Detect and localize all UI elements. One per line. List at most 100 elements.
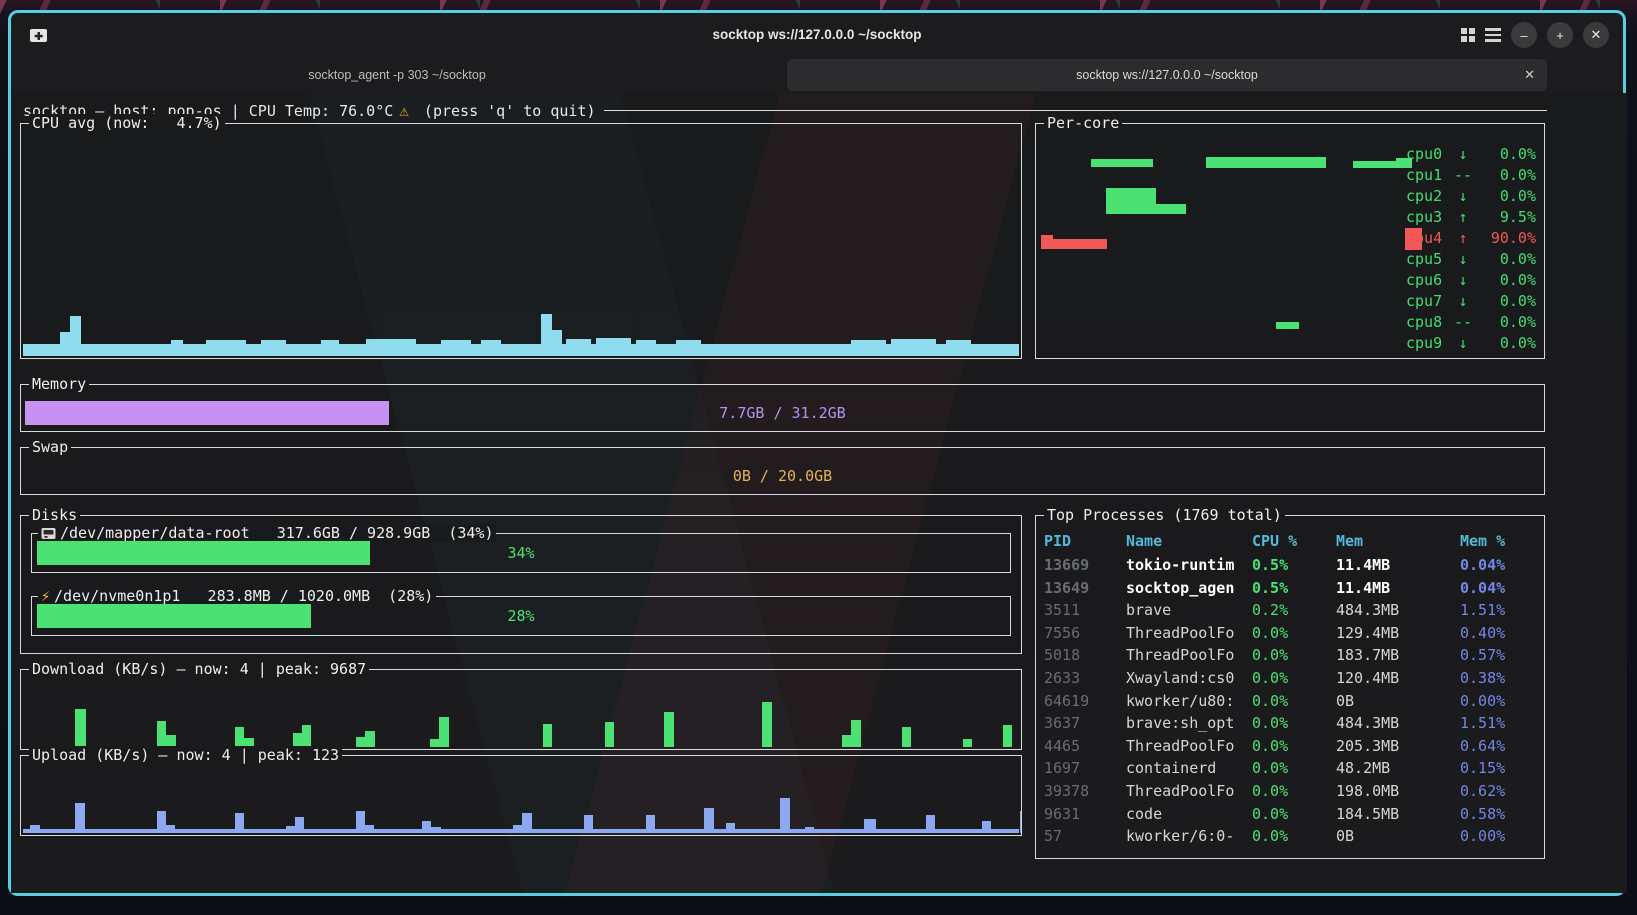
disk-nvme-percent: 28% [32, 604, 1010, 628]
spark-bar [552, 330, 562, 356]
process-row: 3637brave:sh_opt0.0%484.3MB1.51% [1036, 712, 1544, 735]
spark-bar [356, 811, 365, 833]
menu-icon[interactable] [1485, 28, 1501, 42]
disk-data-root-label: /dev/mapper/data-root 317.6GB / 928.9GB … [60, 524, 493, 542]
spark-bar [431, 827, 441, 833]
spark-bar [1020, 811, 1021, 833]
tab-close-icon[interactable]: ✕ [1524, 59, 1535, 91]
spark-bar [762, 702, 772, 747]
core-row: cpu5↓0.0% [1406, 249, 1536, 270]
spark-bar [157, 721, 166, 747]
spark-bar [286, 826, 295, 833]
process-row: 13649socktop_agen0.5%11.4MB0.04% [1036, 577, 1544, 600]
core-row: cpu1--0.0% [1406, 165, 1536, 186]
swap-usage-label: 0B / 20.0GB [21, 464, 1544, 488]
spark-bar [365, 731, 375, 747]
process-row: 1697containerd0.0%48.2MB0.15% [1036, 757, 1544, 780]
spark-bar [481, 340, 501, 356]
spark-bar [946, 340, 971, 356]
spark-bar [584, 815, 593, 833]
col-cpu: CPU % [1252, 530, 1336, 552]
spark-bar [295, 817, 304, 833]
spark-bar [365, 825, 374, 833]
core-row: cpu3↑9.5% [1406, 207, 1536, 228]
core-spark-bar [1156, 204, 1186, 214]
process-row: 57kworker/6:0-0.0%0B0.00% [1036, 825, 1544, 848]
disk-data-root-panel: /dev/mapper/data-root 317.6GB / 928.9GB … [31, 533, 1011, 573]
memory-title: Memory [29, 375, 89, 393]
core-row: cpu2↓0.0% [1406, 186, 1536, 207]
core-row: cpu7↓0.0% [1406, 291, 1536, 312]
spark-bar [982, 821, 991, 833]
core-spark-bar [1041, 235, 1053, 249]
core-row: cpu6↓0.0% [1406, 270, 1536, 291]
swap-panel: Swap 0B / 20.0GB [20, 447, 1545, 495]
spark-bar [926, 815, 935, 833]
tab-socktop-active[interactable]: socktop ws://127.0.0.0 ~/socktop ✕ [787, 59, 1547, 91]
spark-bar [851, 720, 861, 747]
spark-bar [566, 339, 591, 356]
process-row: 3511brave0.2%484.3MB1.51% [1036, 599, 1544, 622]
cpu-avg-panel: CPU avg (now: 4.7%) [20, 123, 1022, 359]
per-core-readouts: cpu0↓0.0%cpu1--0.0%cpu2↓0.0%cpu3↑9.5%cpu… [1406, 144, 1536, 354]
spark-bar [543, 724, 552, 747]
download-panel: Download (KB/s) — now: 4 | peak: 9687 [20, 669, 1022, 750]
spark-bar [891, 339, 936, 356]
process-row: 4465ThreadPoolFo0.0%205.3MB0.64% [1036, 735, 1544, 758]
spark-bar [513, 825, 522, 833]
memory-usage-label: 7.7GB / 31.2GB [21, 401, 1544, 425]
spark-bar [541, 314, 552, 356]
quit-hint-text: (press 'q' to quit) [415, 102, 596, 120]
process-row: 2633Xwayland:cs00.0%120.4MB0.38% [1036, 667, 1544, 690]
spark-bar [302, 725, 311, 747]
terminal-window: socktop ws://127.0.0.0 ~/socktop – + ✕ s… [8, 10, 1626, 896]
upload-panel: Upload (KB/s) — now: 4 | peak: 123 [20, 755, 1022, 836]
close-button[interactable]: ✕ [1583, 22, 1609, 48]
tab-grid-icon[interactable] [1461, 28, 1475, 42]
col-mem: Mem [1336, 530, 1460, 552]
core-row: cpu8--0.0% [1406, 312, 1536, 333]
process-row: 5018ThreadPoolFo0.0%183.7MB0.57% [1036, 644, 1544, 667]
core-spark-bar [1091, 159, 1153, 167]
spark-bar [157, 811, 166, 833]
spark-bar [963, 739, 972, 747]
spark-bar [356, 737, 365, 747]
spark-bar [780, 798, 790, 833]
per-core-panel: Per-core cpu0↓0.0%cpu1--0.0%cpu2↓0.0%cpu… [1035, 123, 1545, 359]
memory-panel: Memory 7.7GB / 31.2GB [20, 384, 1545, 432]
tab-bar: socktop_agent -p 303 ~/socktop socktop w… [11, 57, 1623, 93]
process-table-rows: 13669tokio-runtim0.5%11.4MB0.04%13649soc… [1036, 554, 1544, 848]
spark-bar [235, 813, 244, 833]
spark-bar [166, 825, 175, 833]
disks-title: Disks [29, 506, 80, 524]
window-title: socktop ws://127.0.0.0 ~/socktop [11, 13, 1623, 57]
titlebar: socktop ws://127.0.0.0 ~/socktop – + ✕ [11, 13, 1623, 57]
spark-bar [70, 316, 81, 356]
spark-bar [206, 340, 246, 356]
process-row: 13669tokio-runtim0.5%11.4MB0.04% [1036, 554, 1544, 577]
core-spark-bar [1353, 161, 1396, 168]
spark-bar [646, 815, 655, 833]
minimize-button[interactable]: – [1511, 22, 1537, 48]
disk-nvme-panel: ⚡ /dev/nvme0n1p1 283.8MB / 1020.0MB (28%… [31, 596, 1011, 636]
spark-bar [422, 821, 431, 833]
spark-bar [596, 338, 631, 356]
spark-bar [321, 340, 339, 356]
terminal-content: socktop — host: pop-os | CPU Temp: 76.0°… [11, 93, 1627, 893]
spark-bar [441, 340, 471, 356]
core-spark-bar [1276, 322, 1299, 329]
swap-title: Swap [29, 438, 71, 456]
tab-socktop-agent[interactable]: socktop_agent -p 303 ~/socktop [11, 57, 783, 93]
core-row: cpu9↓0.0% [1406, 333, 1536, 354]
process-row: 9631code0.0%184.5MB0.58% [1036, 803, 1544, 826]
process-row: 7556ThreadPoolFo0.0%129.4MB0.40% [1036, 622, 1544, 645]
warning-icon: ⚠ [393, 101, 415, 120]
spark-bar [726, 823, 735, 833]
spark-bar [60, 332, 70, 356]
spark-bar [676, 340, 701, 356]
spark-bar [636, 340, 656, 356]
upload-sparkline [21, 756, 1021, 835]
maximize-button[interactable]: + [1547, 22, 1573, 48]
col-pid: PID [1044, 530, 1126, 552]
spark-bar [805, 827, 814, 833]
